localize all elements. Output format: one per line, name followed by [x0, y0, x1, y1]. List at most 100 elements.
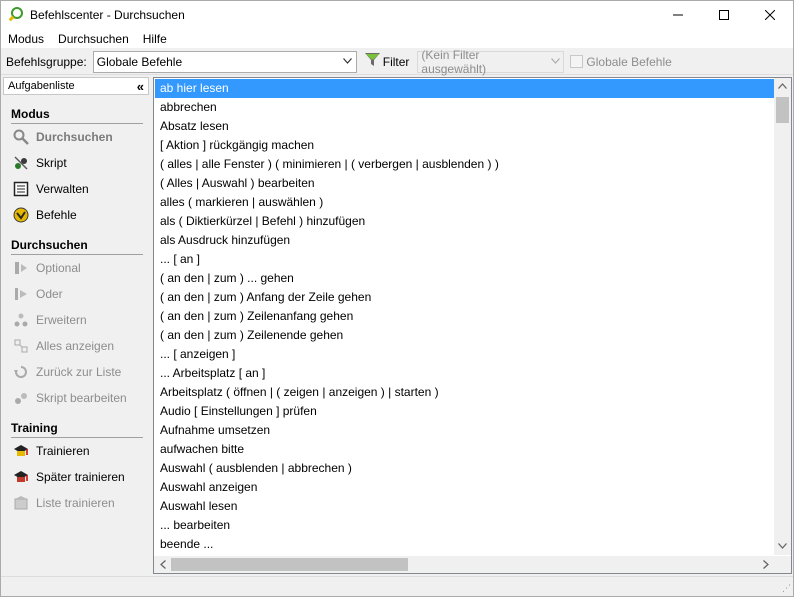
script-icon [12, 155, 29, 172]
command-group-select[interactable]: Globale Befehle [92, 50, 357, 73]
list-item[interactable]: Absatz lesen [155, 117, 775, 136]
menu-hilfe[interactable]: Hilfe [136, 32, 174, 46]
sidebar-item-label: Alles anzeigen [36, 339, 115, 353]
maximize-button[interactable] [701, 1, 747, 29]
sidebar-item-skript-bearbeiten[interactable]: Skript bearbeiten [11, 385, 143, 411]
magnifier-icon [12, 129, 29, 146]
section-training: Training Trainieren Später trainieren Li… [11, 421, 143, 516]
sidebar-item-spaeter-trainieren[interactable]: Später trainieren [11, 464, 143, 490]
sidebar-item-label: Oder [36, 287, 63, 301]
section-title: Durchsuchen [11, 238, 143, 255]
sidebar-item-label: Skript [36, 156, 67, 170]
list-item[interactable]: ... [ anzeigen ] [155, 345, 775, 364]
or-icon [12, 286, 29, 303]
sidebar-header: Aufgabenliste « [3, 77, 149, 95]
sidebar-item-verwalten[interactable]: Verwalten [11, 176, 143, 202]
vertical-scrollbar[interactable] [774, 78, 791, 555]
sidebar-item-label: Verwalten [36, 182, 89, 196]
resize-grip-icon[interactable]: ⋰ [782, 583, 791, 594]
list-item[interactable]: ( alles | alle Fenster ) ( minimieren | … [155, 155, 775, 174]
commands-icon [12, 207, 29, 224]
sidebar-item-alles-anzeigen[interactable]: Alles anzeigen [11, 333, 143, 359]
list-item[interactable]: Audio [ Einstellungen ] prüfen [155, 402, 775, 421]
list-item[interactable]: ... [ an ] [155, 250, 775, 269]
list-item[interactable]: als ( Diktierkürzel | Befehl ) hinzufüge… [155, 212, 775, 231]
sidebar-item-zurueck-zur-liste[interactable]: Zurück zur Liste [11, 359, 143, 385]
list-item[interactable]: aufwachen bitte [155, 440, 775, 459]
back-to-list-icon [12, 364, 29, 381]
sidebar-item-label: Skript bearbeiten [36, 391, 127, 405]
list-item[interactable]: Auswahl lesen [155, 497, 775, 516]
close-button[interactable] [747, 1, 793, 29]
sidebar-item-label: Durchsuchen [36, 130, 113, 144]
section-title: Training [11, 421, 143, 438]
list-item[interactable]: ab hier lesen [155, 79, 775, 98]
chevron-down-icon [547, 56, 563, 67]
scroll-down-icon[interactable] [774, 538, 791, 555]
show-all-icon [12, 338, 29, 355]
list-item[interactable]: alles ( markieren | auswählen ) [155, 193, 775, 212]
task-sidebar: Aufgabenliste « Modus Durchsuchen Skript [3, 77, 149, 574]
chevron-down-icon [340, 56, 356, 67]
toolbar: Befehlsgruppe: Globale Befehle Filter (K… [1, 48, 793, 76]
filter-select[interactable]: (Kein Filter ausgewählt) [417, 48, 565, 76]
list-item[interactable]: ... Arbeitsplatz [ an ] [155, 364, 775, 383]
title-bar[interactable]: Befehlscenter - Durchsuchen [1, 1, 793, 29]
list-item[interactable]: ( an den | zum ) Zeilenende gehen [155, 326, 775, 345]
list-item[interactable]: ( Alles | Auswahl ) bearbeiten [155, 174, 775, 193]
menu-durchsuchen[interactable]: Durchsuchen [51, 32, 136, 46]
list-item[interactable]: Auswahl anzeigen [155, 478, 775, 497]
horizontal-scrollbar[interactable] [154, 556, 774, 573]
funnel-icon [364, 53, 380, 70]
sidebar-item-liste-trainieren[interactable]: Liste trainieren [11, 490, 143, 516]
menu-modus[interactable]: Modus [1, 32, 51, 46]
sidebar-item-trainieren[interactable]: Trainieren [11, 438, 143, 464]
sidebar-item-optional[interactable]: Optional [11, 255, 143, 281]
command-group-value: Globale Befehle [96, 54, 183, 69]
sidebar-item-durchsuchen[interactable]: Durchsuchen [11, 124, 143, 150]
list-item[interactable]: beende ... [155, 535, 775, 554]
menu-bar: Modus Durchsuchen Hilfe [1, 29, 793, 48]
list-item[interactable]: Arbeitsplatz ( öffnen | ( zeigen | anzei… [155, 383, 775, 402]
window-title: Befehlscenter - Durchsuchen [30, 8, 185, 22]
scroll-left-icon[interactable] [154, 556, 171, 573]
sidebar-title: Aufgabenliste [8, 80, 75, 92]
sidebar-item-label: Liste trainieren [36, 496, 115, 510]
list-item[interactable]: Auswahl ( ausblenden | abbrechen ) [155, 459, 775, 478]
sidebar-item-erweitern[interactable]: Erweitern [11, 307, 143, 333]
list-item[interactable]: [ Aktion ] rückgängig machen [155, 136, 775, 155]
filter-button[interactable]: Filter [364, 53, 410, 70]
sidebar-item-label: Trainieren [36, 444, 90, 458]
filter-label: Filter [382, 54, 410, 69]
train-list-icon [12, 495, 29, 512]
train-icon [12, 443, 29, 460]
scroll-corner [774, 556, 791, 573]
list-item[interactable]: ... bearbeiten [155, 516, 775, 535]
scroll-up-icon[interactable] [774, 78, 791, 95]
edit-script-icon [12, 390, 29, 407]
sidebar-item-label: Erweitern [36, 313, 87, 327]
global-commands-label: Globale Befehle [586, 54, 672, 69]
app-window: Befehlscenter - Durchsuchen Modus Durchs… [0, 0, 794, 597]
optional-icon [12, 260, 29, 277]
global-commands-checkbox[interactable] [570, 55, 584, 68]
horizontal-scroll-thumb[interactable] [171, 558, 408, 571]
command-group-label: Befehlsgruppe: [6, 54, 87, 69]
train-later-icon [12, 469, 29, 486]
scroll-right-icon[interactable] [757, 556, 774, 573]
list-item[interactable]: ( an den | zum ) Anfang der Zeile gehen [155, 288, 775, 307]
minimize-button[interactable] [655, 1, 701, 29]
sidebar-item-label: Befehle [36, 208, 77, 222]
sidebar-item-skript[interactable]: Skript [11, 150, 143, 176]
list-item[interactable]: ( an den | zum ) Zeilenanfang gehen [155, 307, 775, 326]
list-item[interactable]: abbrechen [155, 98, 775, 117]
list-item[interactable]: ( an den | zum ) ... gehen [155, 269, 775, 288]
list-item[interactable]: Aufnahme umsetzen [155, 421, 775, 440]
sidebar-item-befehle[interactable]: Befehle [11, 202, 143, 228]
vertical-scroll-thumb[interactable] [776, 97, 789, 123]
collapse-chevron-icon[interactable]: « [137, 79, 144, 94]
command-list[interactable]: ab hier lesen abbrechen Absatz lesen[ Akti… [153, 77, 792, 574]
manage-icon [12, 181, 29, 198]
sidebar-item-oder[interactable]: Oder [11, 281, 143, 307]
list-item[interactable]: als Ausdruck hinzufügen [155, 231, 775, 250]
